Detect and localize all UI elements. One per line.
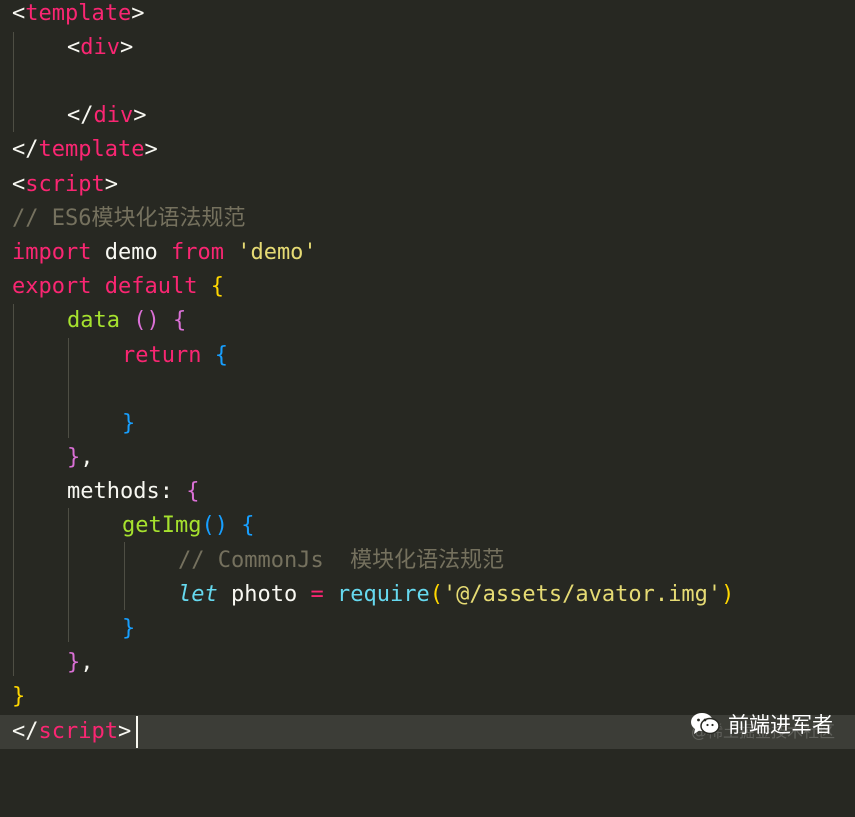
token: } xyxy=(122,411,136,436)
token: from xyxy=(170,240,224,265)
code-line: return { xyxy=(0,339,228,373)
token: > xyxy=(133,103,147,128)
token: template xyxy=(38,137,145,162)
token: import xyxy=(12,240,92,265)
code-line: }, xyxy=(0,646,94,680)
token: } xyxy=(12,684,26,709)
token: div xyxy=(80,35,120,60)
code-line: } xyxy=(0,407,135,441)
code-line: <template> xyxy=(0,0,144,31)
token: } xyxy=(67,445,81,470)
token: export xyxy=(12,274,92,299)
token: </ xyxy=(67,103,94,128)
token: { xyxy=(214,343,228,368)
text-cursor xyxy=(136,716,138,748)
token: default xyxy=(104,274,198,299)
token: </ xyxy=(12,137,39,162)
comment: // CommonJs 模块化语法规范 xyxy=(178,548,505,573)
token: < xyxy=(67,35,81,60)
token: < xyxy=(12,1,26,26)
indent-guide xyxy=(68,508,69,642)
token: > xyxy=(104,172,118,197)
token: > xyxy=(144,137,158,162)
token: ) xyxy=(721,582,735,607)
wechat-icon xyxy=(690,712,720,736)
token: > xyxy=(117,719,132,744)
code-line: <div> xyxy=(0,31,133,65)
code-editor[interactable]: <template> <div> </div> </template> <scr… xyxy=(0,0,855,760)
token: getImg xyxy=(122,513,202,538)
token: methods: xyxy=(67,479,173,504)
token: script xyxy=(25,172,105,197)
code-line: </template> xyxy=(0,133,158,167)
token: data xyxy=(67,308,120,333)
token: , xyxy=(80,445,94,470)
code-line: export default { xyxy=(0,270,224,304)
code-line: </div> xyxy=(0,99,147,133)
token: () xyxy=(119,308,160,333)
token: () xyxy=(201,513,228,538)
token: photo xyxy=(217,582,311,607)
watermark-label: 前端进军者 xyxy=(728,713,833,737)
token: = xyxy=(310,582,324,607)
token: } xyxy=(122,616,136,641)
code-line: // ES6模块化语法规范 xyxy=(0,202,245,236)
code-line: import demo from 'demo' xyxy=(0,236,317,270)
code-line: } xyxy=(0,612,135,646)
comment: // ES6模块化语法规范 xyxy=(12,206,246,231)
indent-guide xyxy=(68,338,69,438)
token: div xyxy=(93,103,134,128)
token: script xyxy=(38,719,118,744)
token: return xyxy=(122,343,202,368)
token: } xyxy=(67,650,81,675)
token: { xyxy=(186,479,200,504)
code-line: } xyxy=(0,680,53,714)
token: ( xyxy=(429,582,443,607)
token: { xyxy=(172,308,187,333)
token: demo xyxy=(91,240,171,265)
token: > xyxy=(120,35,134,60)
token: 'demo' xyxy=(237,240,317,265)
token: </ xyxy=(12,719,39,744)
code-line: data () { xyxy=(0,304,186,338)
token: , xyxy=(80,650,94,675)
token: require xyxy=(336,582,430,607)
code-line: let photo = require('@/assets/avator.img… xyxy=(0,578,734,612)
code-line: // CommonJs 模块化语法规范 xyxy=(0,544,504,578)
token: template xyxy=(25,1,132,26)
code-line: getImg() { xyxy=(0,509,254,543)
token: { xyxy=(210,274,224,299)
code-line: </script> xyxy=(0,715,131,749)
code-line: methods: { xyxy=(0,475,199,509)
token: let xyxy=(178,582,218,607)
indent-guide xyxy=(124,542,125,610)
code-line: }, xyxy=(0,441,94,475)
code-line: <script> xyxy=(0,168,118,202)
watermark: 前端进军者 xyxy=(690,706,833,742)
token: '@/assets/avator.img' xyxy=(442,582,722,607)
token: { xyxy=(241,513,255,538)
token: < xyxy=(12,172,26,197)
token: > xyxy=(131,1,145,26)
